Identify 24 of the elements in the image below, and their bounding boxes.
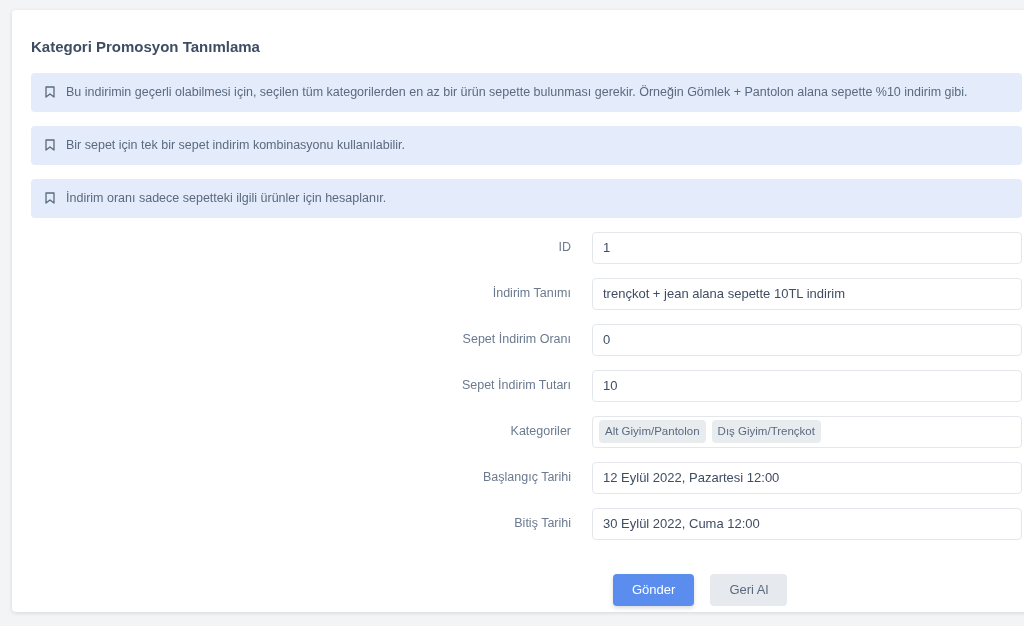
field-label: Sepet İndirim Tutarı	[461, 378, 571, 393]
page-title: Kategori Promosyon Tanımlama	[31, 37, 261, 57]
input-field[interactable]: 0	[592, 323, 1022, 356]
field-label: Bitiş Tarihi	[514, 516, 571, 531]
category-tag: Alt Giyim/Pantolon	[599, 419, 706, 444]
input-field[interactable]: 12 Eylül 2022, Pazartesi 12:00	[592, 461, 1022, 494]
field-label: İndirim Tanımı	[492, 286, 571, 301]
input-field[interactable]: trençkot + jean alana sepette 10TL indirim	[592, 277, 1022, 310]
bookmark-icon	[45, 86, 55, 98]
input-field[interactable]: 1	[592, 231, 1022, 264]
reset-button[interactable]: Geri Al	[710, 573, 788, 606]
bookmark-icon	[45, 192, 55, 204]
field-label: Başlangıç Tarihi	[483, 470, 571, 485]
bookmark-icon	[45, 139, 55, 151]
category-tag: Dış Giyim/Trençkot	[711, 419, 821, 444]
note-text: Bir sepet için tek bir sepet indirim kombinasyonu kullanılabilir.	[66, 136, 406, 154]
field-label: Sepet İndirim Oranı	[462, 332, 571, 347]
note-text: İndirim oranı sadece sepetteki ilgili ürünler için hesaplanır.	[66, 189, 387, 207]
field-label: Kategoriler	[510, 424, 571, 439]
input-field[interactable]: 30 Eylül 2022, Cuma 12:00	[592, 507, 1022, 540]
tag-field[interactable]: Alt Giyim/Pantolon Dış Giyim/Trençkot	[592, 415, 1022, 448]
note-text: Bu indirimin geçerli olabilmesi için, seçilen tüm kategorilerden en az bir ürün sepette bulunması gerekir. Örneğin Gömlek + Pantolon alana sepette %10 indirim gibi.	[66, 83, 968, 101]
field-label: ID	[558, 240, 571, 255]
input-field[interactable]: 10	[592, 369, 1022, 402]
